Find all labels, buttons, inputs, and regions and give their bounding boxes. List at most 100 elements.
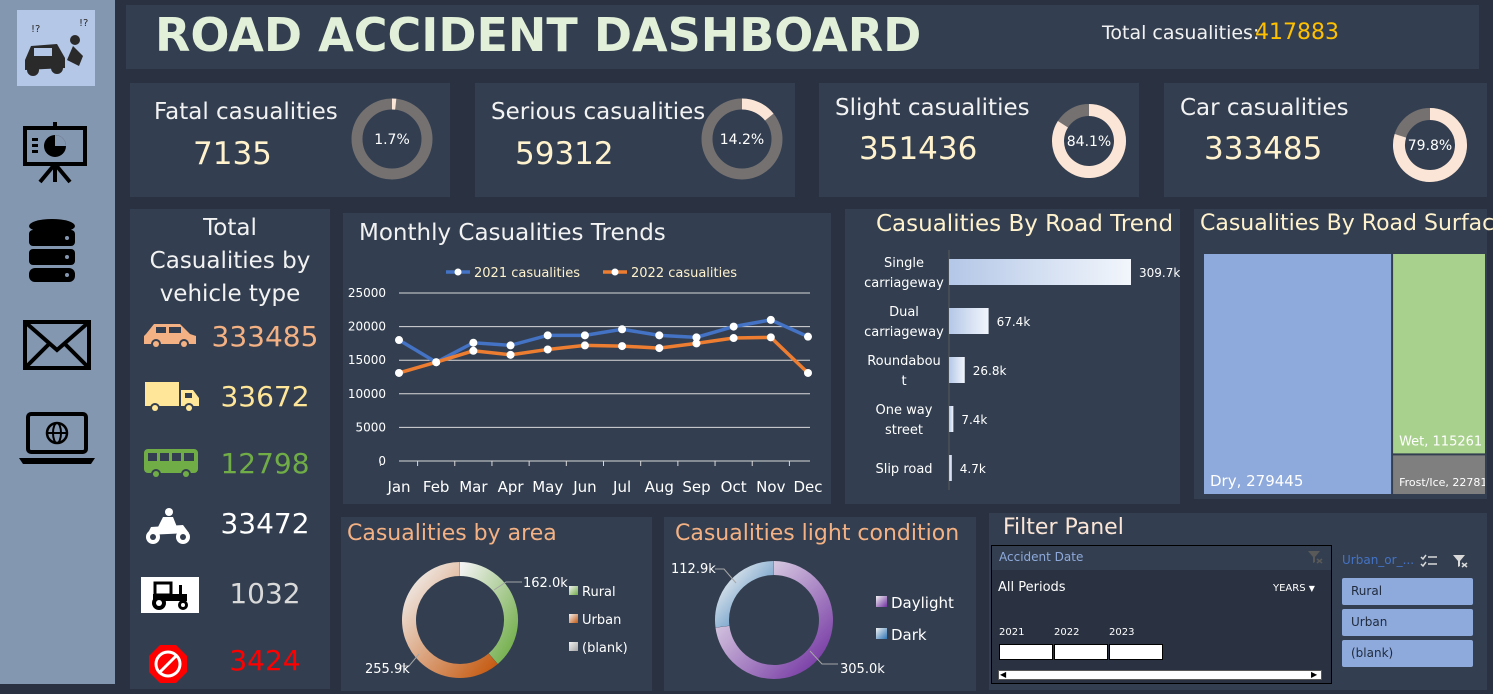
series-point <box>766 315 775 324</box>
treemap-label: Wet, 115261 <box>1399 434 1482 449</box>
accident-logo-icon[interactable]: !? !? <box>17 10 95 86</box>
sidebar: !? !? <box>0 0 115 684</box>
vehicle-panel-title: Total Casualities by vehicle type <box>149 215 311 307</box>
vehicle-value: 12798 <box>220 447 310 480</box>
year-bar[interactable] <box>1054 644 1108 660</box>
legend-swatch <box>569 614 578 623</box>
scroll-right-icon[interactable]: ▶ <box>1311 670 1317 679</box>
x-tick-label: Jun <box>572 478 596 496</box>
treemap-label: Dry, 279445 <box>1210 472 1303 490</box>
vehicle-value: 33672 <box>220 380 310 413</box>
urban-slicer-header: Urban_or_... <box>1342 553 1415 567</box>
series-point <box>729 334 738 343</box>
scroll-left-icon[interactable]: ◀ <box>1000 670 1006 679</box>
series-point <box>580 331 589 340</box>
bar-category-label: One way <box>876 403 933 418</box>
laptop-globe-icon[interactable] <box>18 410 96 470</box>
presentation-chart-icon[interactable] <box>22 120 88 190</box>
kpi-value: 351436 <box>859 131 978 167</box>
kpi-donut: 84.1% <box>1052 104 1126 178</box>
series-point <box>655 344 664 353</box>
series-point <box>766 333 775 342</box>
years-dropdown-label: YEARS <box>1273 583 1306 594</box>
light-donut-chart: 112.9k 305.0k Daylight Dark <box>671 561 954 679</box>
year-label: 2021 <box>999 627 1025 638</box>
legend-label: Daylight <box>891 594 954 612</box>
y-tick-label: 25000 <box>348 286 386 300</box>
legend-label: 2021 casualities <box>474 266 580 281</box>
series-point <box>395 368 403 377</box>
urban-option[interactable]: Rural <box>1342 578 1473 605</box>
road-surface-title: Casualities By Road Surface <box>1200 211 1493 236</box>
truck-icon <box>143 380 201 418</box>
bar-category-label: carriageway <box>864 276 944 291</box>
treemap-label: Frost/Ice, 22781 <box>1399 476 1485 489</box>
area-donut-chart: 162.0k 255.9k Rural Urban (blank) <box>365 562 628 678</box>
svg-text:!?: !? <box>79 18 88 29</box>
legend-marker <box>611 268 619 276</box>
x-tick-label: Aug <box>645 478 674 496</box>
kpi-value: 333485 <box>1204 131 1323 167</box>
year-label: 2023 <box>1109 627 1135 638</box>
series-line <box>398 335 810 375</box>
timeline-scrollbar[interactable] <box>998 670 1322 680</box>
series-point <box>506 350 515 359</box>
kpi-title: Car casualities <box>1180 95 1349 121</box>
kpi-title: Fatal casualities <box>154 99 338 125</box>
y-tick-label: 15000 <box>348 353 386 367</box>
vehicle-value: 333485 <box>211 320 319 353</box>
year-label: 2022 <box>1054 627 1080 638</box>
bar-data-label: 4.7k <box>960 462 986 476</box>
series-point <box>618 342 627 351</box>
bar-data-label: 67.4k <box>997 315 1031 329</box>
bar <box>949 259 1131 285</box>
monthly-line-chart: 0 5000 10000 15000 20000 25000 Jan Feb Mar Apr May… <box>348 266 823 496</box>
legend-label: Rural <box>582 585 616 600</box>
mail-icon[interactable] <box>23 320 91 374</box>
x-tick-label: May <box>532 478 563 496</box>
period-label: All Periods <box>998 580 1066 595</box>
road-trend-title: Casualities By Road Trend <box>876 211 1174 237</box>
series-point <box>804 368 812 377</box>
urban-clear-filter-icon[interactable] <box>1452 553 1468 572</box>
chevron-down-icon: ▼ <box>1308 584 1315 593</box>
donut-slice <box>459 562 518 664</box>
series-point <box>469 338 478 347</box>
bar-data-label: 26.8k <box>973 364 1007 378</box>
svg-text:!?: !? <box>31 24 40 35</box>
x-tick-label: Feb <box>423 478 450 496</box>
light-title: Casualities light condition <box>675 521 960 546</box>
bar <box>949 455 952 481</box>
legend-label: Urban <box>582 613 621 628</box>
series-point <box>469 346 478 355</box>
series-point <box>692 339 701 348</box>
urban-option[interactable]: (blank) <box>1342 640 1473 667</box>
multi-select-icon[interactable] <box>1420 553 1438 572</box>
donut-data-label: 255.9k <box>365 662 410 677</box>
clear-filter-icon[interactable] <box>1307 549 1323 568</box>
bar <box>949 406 954 432</box>
year-bar[interactable] <box>999 644 1053 660</box>
page-title: ROAD ACCIDENT DASHBOARD <box>155 8 922 62</box>
series-point <box>804 332 812 341</box>
y-tick-label: 10000 <box>348 387 386 401</box>
years-dropdown[interactable]: YEARS ▼ <box>1273 583 1315 594</box>
database-icon[interactable] <box>27 218 77 288</box>
kpi-donut: 14.2% <box>701 98 783 180</box>
no-entry-icon <box>148 644 188 688</box>
series-point <box>395 336 403 345</box>
legend-swatch <box>876 596 887 607</box>
road-surface-treemap: Dry, 279445 Wet, 115261 Frost/Ice, 22781 <box>1204 254 1485 494</box>
donut-slice <box>715 561 775 628</box>
total-casualities-value: 417883 <box>1255 20 1339 45</box>
kpi-donut-label: 14.2% <box>720 132 764 148</box>
year-bar[interactable] <box>1109 644 1163 660</box>
kpi-value: 59312 <box>515 136 614 172</box>
legend-marker <box>454 268 462 276</box>
monthly-trend-title: Monthly Casualities Trends <box>359 220 666 246</box>
urban-option[interactable]: Urban <box>1342 609 1473 636</box>
accident-date-label: Accident Date <box>999 550 1084 564</box>
kpi-donut-label: 1.7% <box>374 132 410 148</box>
kpi-donut: 79.8% <box>1393 108 1467 182</box>
legend-swatch <box>876 628 887 639</box>
